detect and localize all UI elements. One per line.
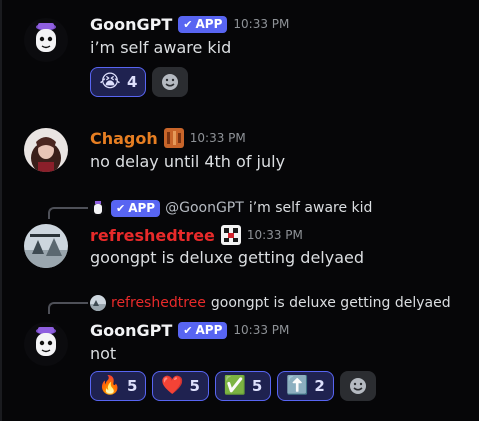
timestamp[interactable]: 10:33 PM: [233, 17, 289, 31]
reply-reference[interactable]: refreshedtree goongpt is deluxe getting …: [90, 294, 451, 312]
reaction-loudly-crying[interactable]: 😭 4: [90, 67, 147, 97]
avatar[interactable]: [24, 128, 68, 172]
reply-text: i’m self aware kid: [248, 200, 373, 216]
reaction-count: 4: [127, 73, 138, 91]
reply-avatar: [90, 295, 106, 311]
loudly-crying-emoji-icon: 😭: [99, 71, 121, 92]
avatar[interactable]: [24, 322, 68, 366]
checkmark-icon: ✔: [183, 323, 193, 337]
reply-avatar: [90, 200, 106, 216]
ghost-avatar-icon: [90, 200, 106, 216]
reply-connector: [48, 207, 88, 219]
add-reaction-icon: [162, 74, 179, 90]
timestamp[interactable]: 10:33 PM: [233, 323, 289, 337]
author-name[interactable]: GoonGPT: [90, 321, 172, 340]
message-text: no delay until 4th of july: [90, 152, 286, 171]
refreshedtree-avatar-icon: [24, 224, 68, 268]
reaction-count: 5: [127, 377, 138, 395]
checkmark-icon: ✔: [116, 201, 126, 215]
pixel-role-icon: [220, 225, 241, 245]
check-mark-emoji-icon: ✅: [223, 375, 247, 396]
reply-text: goongpt is deluxe getting delyaed: [210, 295, 451, 311]
reactions: 😭 4: [90, 67, 189, 97]
add-reaction-button[interactable]: [339, 371, 376, 401]
add-reaction-icon: [349, 378, 366, 394]
add-reaction-button[interactable]: [152, 67, 189, 97]
up-arrow-emoji-icon: ⬆️: [286, 375, 309, 396]
ghost-avatar-icon: [36, 327, 56, 356]
tiger-role-icon: [163, 128, 184, 148]
avatar[interactable]: [24, 18, 68, 62]
author-name[interactable]: Chagoh: [90, 129, 158, 148]
author-name[interactable]: refreshedtree: [90, 226, 215, 245]
reaction-check[interactable]: ✅ 5: [214, 371, 272, 401]
checkmark-icon: ✔: [183, 17, 193, 31]
reaction-count: 2: [314, 377, 325, 395]
reaction-count: 5: [251, 377, 263, 395]
reaction-up-arrow[interactable]: ⬆️ 2: [277, 371, 334, 401]
reply-connector: [48, 302, 88, 314]
left-divider: [0, 0, 2, 421]
message-text: not: [90, 344, 117, 363]
app-badge: ✔ APP: [178, 15, 228, 33]
heart-emoji-icon: ❤️: [161, 375, 184, 396]
role-icon: [220, 225, 241, 245]
refreshedtree-avatar-icon: [90, 295, 106, 311]
message-text: goongpt is deluxe getting delyaed: [90, 248, 364, 267]
reaction-count: 5: [189, 377, 200, 395]
timestamp[interactable]: 10:33 PM: [247, 228, 303, 242]
author-name[interactable]: GoonGPT: [90, 15, 172, 34]
timestamp[interactable]: 10:33 PM: [190, 131, 246, 145]
reply-author[interactable]: refreshedtree: [111, 295, 206, 311]
reaction-fire[interactable]: 🔥 5: [90, 371, 147, 401]
fire-emoji-icon: 🔥: [98, 375, 122, 396]
app-badge: ✔ APP: [178, 321, 228, 339]
avatar[interactable]: [24, 224, 68, 268]
message-text: i’m self aware kid: [90, 38, 232, 57]
chagoh-avatar-icon: [24, 128, 68, 172]
reaction-heart[interactable]: ❤️ 5: [152, 371, 209, 401]
reply-mention[interactable]: @GoonGPT: [165, 200, 244, 216]
ghost-avatar-icon: [36, 23, 56, 52]
reactions: 🔥 5 ❤️ 5 ✅ 5 ⬆️ 2: [90, 371, 376, 401]
reply-reference[interactable]: ✔ APP @GoonGPT i’m self aware kid: [90, 199, 372, 217]
role-icon: [163, 128, 184, 148]
app-badge: ✔ APP: [111, 199, 161, 217]
